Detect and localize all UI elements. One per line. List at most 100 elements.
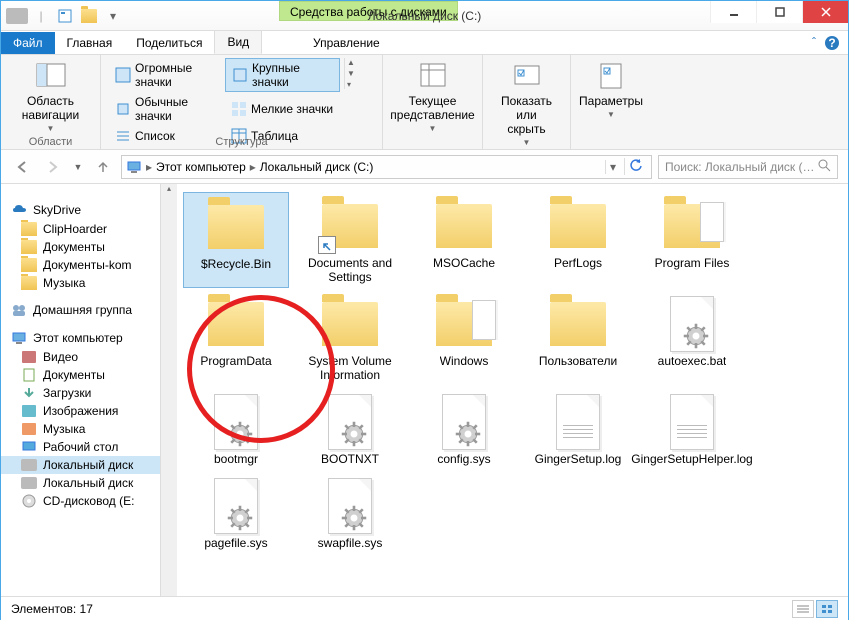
file-item-label: Documents and Settings (301, 256, 399, 284)
sidebar-skydrive[interactable]: SkyDrive (1, 200, 160, 220)
file-item[interactable]: Documents and Settings (297, 192, 403, 288)
refresh-icon[interactable] (624, 158, 647, 175)
file-item[interactable]: PerfLogs (525, 192, 631, 288)
file-item[interactable]: config.sys (411, 388, 517, 470)
tab-home[interactable]: Главная (55, 32, 125, 54)
qat-dropdown-icon[interactable]: ▾ (102, 5, 124, 27)
sidebar-this-pc[interactable]: Этот компьютер (1, 328, 160, 348)
file-icon (429, 392, 499, 452)
tab-file[interactable]: Файл (1, 32, 55, 54)
file-item[interactable]: Program Files (639, 192, 745, 288)
titlebar: | ▾ Средства работы с дисками Локальный … (1, 1, 848, 31)
file-icon (657, 392, 727, 452)
sidebar-documents2[interactable]: Документы (1, 366, 160, 384)
forward-button[interactable] (41, 155, 65, 179)
sidebar-local-disk-c[interactable]: Локальный диск (1, 456, 160, 474)
sidebar-homegroup[interactable]: Домашняя группа (1, 300, 160, 320)
file-item-label: Пользователи (539, 354, 617, 368)
up-button[interactable] (91, 155, 115, 179)
sidebar-documents-kom[interactable]: Документы-kom (1, 256, 160, 274)
sidebar-music[interactable]: Музыка (1, 274, 160, 292)
properties-icon[interactable] (54, 5, 76, 27)
breadcrumb-pc[interactable]: Этот компьютер (156, 160, 246, 174)
file-item-label: Program Files (655, 256, 730, 270)
view-huge-icons[interactable]: Огромные значки (109, 58, 224, 92)
sidebar-pictures[interactable]: Изображения (1, 402, 160, 420)
file-icon (315, 476, 385, 536)
folder-icon (657, 196, 727, 256)
current-view-label: Текущее представление (390, 94, 474, 122)
file-item-label: autoexec.bat (658, 354, 727, 368)
view-scroll-down-icon[interactable]: ▼ (347, 69, 355, 78)
quick-access-toolbar: | ▾ (1, 5, 124, 27)
file-item[interactable]: BOOTNXT (297, 388, 403, 470)
current-view-button[interactable]: Текущее представление ▼ (391, 58, 474, 135)
navigation-pane-button[interactable]: Область навигации ▼ (9, 58, 92, 135)
view-expand-icon[interactable]: ▾ (347, 80, 355, 89)
show-hide-label: Показать или скрыть (497, 94, 556, 136)
file-item[interactable]: $Recycle.Bin (183, 192, 289, 288)
file-item-label: BOOTNXT (321, 452, 379, 466)
back-button[interactable] (11, 155, 35, 179)
sidebar-videos[interactable]: Видео (1, 348, 160, 366)
file-item[interactable]: System Volume Information (297, 290, 403, 386)
ribbon-collapse-icon[interactable]: ˆ (812, 35, 816, 54)
computer-icon (126, 159, 142, 175)
file-item[interactable]: MSOCache (411, 192, 517, 288)
sidebar-local-disk-d[interactable]: Локальный диск (1, 474, 160, 492)
search-icon (817, 158, 831, 175)
file-item[interactable]: ProgramData (183, 290, 289, 386)
file-icon (315, 392, 385, 452)
file-item[interactable]: pagefile.sys (183, 472, 289, 554)
file-item[interactable]: GingerSetupHelper.log (639, 388, 745, 470)
file-list[interactable]: ▴ $Recycle.Bin Documents and Settings MSOC… (161, 184, 848, 596)
sidebar-cliphoarder[interactable]: ClipHoarder (1, 220, 160, 238)
search-input[interactable]: Поиск: Локальный диск (C:) (658, 155, 838, 179)
file-item[interactable]: swapfile.sys (297, 472, 403, 554)
breadcrumb[interactable]: ▸ Этот компьютер ▸ Локальный диск (C:) ▾ (121, 155, 652, 179)
folder-icon (543, 196, 613, 256)
show-hide-button[interactable]: Показать или скрыть ▼ (491, 58, 562, 149)
tab-manage[interactable]: Управление (301, 32, 392, 54)
file-item[interactable]: autoexec.bat (639, 290, 745, 386)
file-item-label: pagefile.sys (204, 536, 267, 550)
file-item[interactable]: Пользователи (525, 290, 631, 386)
file-item-label: Windows (440, 354, 489, 368)
sidebar-cd-drive[interactable]: CD-дисковод (E: (1, 492, 160, 510)
navigation-tree[interactable]: SkyDrive ClipHoarder Документы Документы… (1, 184, 161, 596)
help-icon[interactable]: ? (824, 35, 840, 54)
tab-share[interactable]: Поделиться (124, 32, 214, 54)
breadcrumb-dropdown-icon[interactable]: ▾ (605, 160, 620, 174)
details-view-button[interactable] (792, 600, 814, 618)
tab-view[interactable]: Вид (214, 30, 262, 54)
sidebar-downloads[interactable]: Загрузки (1, 384, 160, 402)
view-small-icons[interactable]: Мелкие значки (225, 93, 340, 125)
sidebar-desktop[interactable]: Рабочий стол (1, 438, 160, 456)
file-item[interactable]: Windows (411, 290, 517, 386)
status-text: Элементов: 17 (11, 602, 93, 616)
ribbon-tabs: Файл Главная Поделиться Вид Управление ˆ… (1, 31, 848, 55)
file-item[interactable]: GingerSetup.log (525, 388, 631, 470)
file-item-label: System Volume Information (301, 354, 399, 382)
new-folder-icon[interactable] (78, 5, 100, 27)
options-button[interactable]: Параметры ▼ (579, 58, 643, 121)
folder-icon (315, 196, 385, 256)
history-dropdown[interactable]: ▼ (71, 155, 85, 179)
nav-pane-label: Область навигации (15, 94, 86, 122)
close-button[interactable] (802, 1, 848, 23)
view-scroll-up-icon[interactable]: ▲ (347, 58, 355, 67)
minimize-button[interactable] (710, 1, 756, 23)
icons-view-button[interactable] (816, 600, 838, 618)
content-scrollbar[interactable]: ▴ (161, 184, 177, 596)
sidebar-documents[interactable]: Документы (1, 238, 160, 256)
app-icon[interactable] (6, 5, 28, 27)
view-medium-icons[interactable]: Обычные значки (109, 93, 224, 125)
file-item[interactable]: bootmgr (183, 388, 289, 470)
view-large-icons[interactable]: Крупные значки (225, 58, 340, 92)
maximize-button[interactable] (756, 1, 802, 23)
file-item-label: config.sys (437, 452, 490, 466)
sidebar-music2[interactable]: Музыка (1, 420, 160, 438)
breadcrumb-location[interactable]: Локальный диск (C:) (260, 160, 374, 174)
file-icon (201, 392, 271, 452)
svg-text:?: ? (828, 36, 835, 50)
